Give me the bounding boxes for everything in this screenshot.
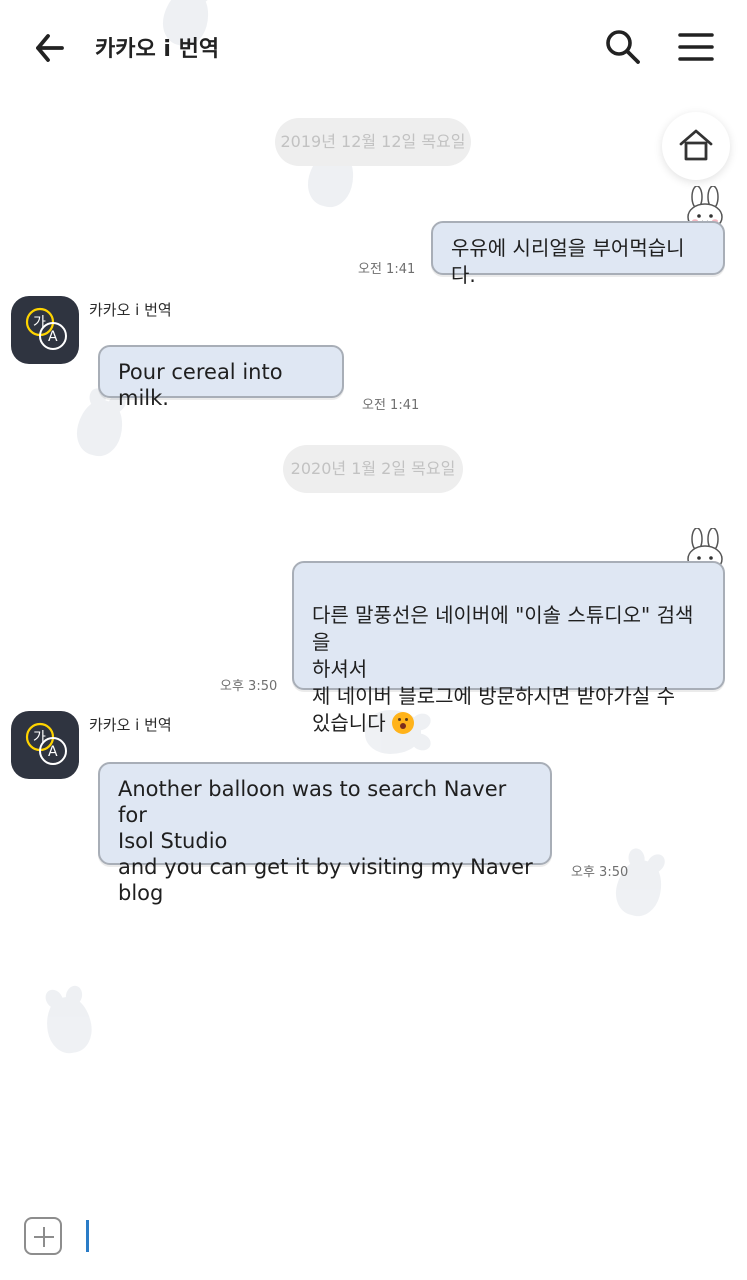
home-button[interactable] (662, 112, 730, 180)
text-cursor (86, 1220, 89, 1252)
back-button[interactable] (28, 26, 72, 70)
avatar: 가 A (11, 711, 79, 779)
message-text: 다른 말풍선은 네이버에 "이솔 스튜디오" 검색을 하셔서 제 네이버 블로그… (312, 603, 694, 735)
date-divider: 2019년 12월 12일 목요일 (275, 118, 471, 166)
sender-name: 카카오 i 번역 (89, 301, 172, 319)
message-bubble-outgoing[interactable]: 다른 말풍선은 네이버에 "이솔 스튜디오" 검색을 하셔서 제 네이버 블로그… (292, 561, 725, 735)
home-icon (679, 129, 713, 161)
menu-button[interactable] (672, 25, 720, 69)
search-button[interactable] (601, 25, 645, 69)
message-text: Another balloon was to search Naver for … (118, 777, 533, 905)
message-bubble-outgoing[interactable]: 우유에 시리얼을 부어먹습니다. (431, 221, 725, 287)
message-input[interactable] (80, 1209, 734, 1265)
add-attachment-button[interactable] (24, 1217, 62, 1255)
message-time: 오전 1:41 (362, 398, 420, 413)
date-divider: 2020년 1월 2일 목요일 (283, 445, 463, 493)
message-time: 오후 3:50 (571, 865, 629, 880)
message-time: 오후 3:50 (220, 679, 278, 694)
background-decoration (42, 993, 96, 1057)
svg-text:가: 가 (33, 315, 46, 331)
svg-text:가: 가 (33, 730, 46, 746)
message-bubble-incoming[interactable]: Another balloon was to search Naver for … (98, 762, 552, 905)
message-content: 다른 말풍선은 네이버에 "이솔 스튜디오" 검색을 하셔서 제 네이버 블로그… (312, 575, 709, 737)
svg-text:A: A (48, 329, 58, 345)
translate-avatar-icon: 가 A (25, 722, 67, 765)
message-time: 오전 1:41 (358, 262, 416, 277)
chat-header: 카카오 i 번역 (0, 0, 747, 94)
hamburger-menu-icon (678, 33, 714, 61)
svg-text:A: A (48, 744, 58, 760)
emoji-mouth (399, 722, 406, 729)
search-icon (606, 30, 640, 64)
sender-name: 카카오 i 번역 (89, 716, 172, 734)
message-text: Pour cereal into milk. (118, 360, 283, 410)
surprised-face-emoji (391, 711, 414, 734)
avatar: 가 A (11, 296, 79, 364)
translate-avatar-icon: 가 A (25, 307, 67, 350)
message-text: 우유에 시리얼을 부어먹습니다. (451, 236, 685, 287)
page-title: 카카오 i 번역 (95, 37, 220, 62)
arrow-left-icon (36, 34, 64, 62)
message-bubble-incoming[interactable]: Pour cereal into milk. (98, 345, 344, 410)
